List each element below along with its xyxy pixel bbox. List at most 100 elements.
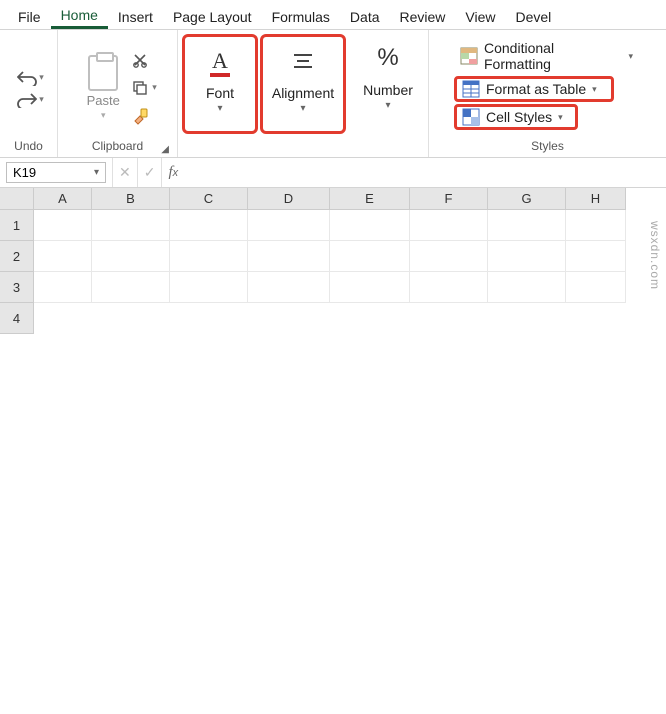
cell[interactable] — [34, 210, 92, 241]
formula-input[interactable] — [184, 163, 666, 182]
column-header[interactable]: C — [170, 188, 248, 210]
group-label-undo: Undo — [14, 137, 43, 155]
alignment-icon — [292, 45, 314, 77]
number-group-button[interactable]: % Number ▾ — [350, 34, 426, 134]
column-header[interactable]: G — [488, 188, 566, 210]
chevron-down-icon: ▾ — [39, 72, 44, 83]
row-header[interactable]: 4 — [0, 303, 34, 334]
row-headers: 1234 — [0, 188, 34, 334]
chevron-down-icon: ▾ — [300, 103, 305, 114]
cell[interactable] — [170, 241, 248, 272]
cell[interactable] — [488, 241, 566, 272]
cell[interactable] — [566, 210, 626, 241]
cell[interactable] — [248, 210, 330, 241]
row-header[interactable]: 1 — [0, 210, 34, 241]
paste-label: Paste — [87, 93, 120, 108]
format-painter-button[interactable] — [132, 104, 157, 128]
tab-home[interactable]: Home — [51, 2, 108, 29]
chevron-down-icon: ▾ — [558, 112, 563, 123]
conditional-formatting-icon — [460, 47, 478, 65]
cell[interactable] — [248, 272, 330, 303]
cell[interactable] — [34, 272, 92, 303]
number-label: Number — [363, 82, 413, 98]
group-label-clipboard: Clipboard — [92, 137, 143, 155]
tab-page-layout[interactable]: Page Layout — [163, 4, 262, 29]
tab-file[interactable]: File — [8, 4, 51, 29]
font-group-button[interactable]: A Font ▾ — [182, 34, 258, 134]
name-box[interactable]: K19 ▾ — [6, 162, 106, 183]
group-label-styles: Styles — [531, 137, 564, 155]
chevron-down-icon: ▾ — [39, 94, 44, 105]
cut-button[interactable] — [132, 48, 157, 72]
insert-function-button[interactable]: fx — [161, 158, 184, 187]
tab-devel[interactable]: Devel — [506, 4, 562, 29]
column-header[interactable]: A — [34, 188, 92, 210]
chevron-down-icon: ▾ — [628, 51, 633, 62]
spreadsheet-grid: 1234 ABCDEFGH — [0, 188, 666, 334]
cell[interactable] — [330, 272, 410, 303]
enter-formula-button[interactable]: ✓ — [137, 158, 162, 187]
percent-icon: % — [377, 42, 398, 74]
cell[interactable] — [488, 210, 566, 241]
cell[interactable] — [410, 241, 488, 272]
cell[interactable] — [92, 241, 170, 272]
cell[interactable] — [34, 241, 92, 272]
cell[interactable] — [330, 241, 410, 272]
paste-button[interactable]: Paste ▾ — [78, 51, 128, 121]
cell[interactable] — [92, 210, 170, 241]
table-icon — [462, 80, 480, 98]
ribbon: ▾ ▾ Undo Paste ▾ — [0, 30, 666, 158]
cell[interactable] — [92, 272, 170, 303]
column-header[interactable]: F — [410, 188, 488, 210]
chevron-down-icon: ▾ — [94, 167, 99, 178]
select-all-corner[interactable] — [0, 188, 34, 210]
tab-insert[interactable]: Insert — [108, 4, 163, 29]
format-as-table-button[interactable]: Format as Table ▾ — [454, 76, 614, 102]
tab-formulas[interactable]: Formulas — [262, 4, 340, 29]
cell[interactable] — [488, 272, 566, 303]
cell-styles-icon — [462, 108, 480, 126]
cell[interactable] — [170, 210, 248, 241]
grid-body[interactable] — [34, 210, 666, 303]
cell-styles-button[interactable]: Cell Styles ▾ — [454, 104, 578, 130]
alignment-group-button[interactable]: Alignment ▾ — [260, 34, 346, 134]
format-as-table-label: Format as Table — [486, 81, 586, 97]
redo-button[interactable]: ▾ — [17, 92, 44, 108]
cell[interactable] — [330, 210, 410, 241]
tab-view[interactable]: View — [455, 4, 505, 29]
fx-icon: fx — [168, 164, 178, 181]
copy-button[interactable]: ▾ — [132, 76, 157, 100]
column-header[interactable]: H — [566, 188, 626, 210]
column-header[interactable]: B — [92, 188, 170, 210]
chevron-down-icon: ▾ — [592, 84, 597, 95]
chevron-down-icon: ▾ — [217, 103, 222, 114]
name-box-value: K19 — [13, 165, 36, 180]
cell[interactable] — [566, 272, 626, 303]
undo-button[interactable]: ▾ — [17, 70, 44, 86]
cell-styles-label: Cell Styles — [486, 109, 552, 125]
cell[interactable] — [410, 272, 488, 303]
cell[interactable] — [170, 272, 248, 303]
column-headers: ABCDEFGH — [34, 188, 666, 210]
chevron-down-icon: ▾ — [385, 100, 390, 111]
conditional-formatting-button[interactable]: Conditional Formatting ▾ — [454, 38, 639, 74]
dialog-launcher-icon[interactable]: ◢ — [159, 144, 171, 155]
cell[interactable] — [566, 241, 626, 272]
ribbon-tabs: FileHomeInsertPage LayoutFormulasDataRev… — [0, 0, 666, 30]
row-header[interactable]: 2 — [0, 241, 34, 272]
row-header[interactable]: 3 — [0, 272, 34, 303]
tab-data[interactable]: Data — [340, 4, 390, 29]
tab-review[interactable]: Review — [390, 4, 456, 29]
conditional-formatting-label: Conditional Formatting — [484, 40, 622, 72]
chevron-down-icon: ▾ — [101, 110, 106, 121]
font-color-icon: A — [212, 45, 228, 77]
cell[interactable] — [248, 241, 330, 272]
cancel-formula-button[interactable]: ✕ — [112, 158, 137, 187]
clipboard-icon — [88, 55, 118, 91]
font-label: Font — [206, 85, 234, 101]
chevron-down-icon: ▾ — [152, 82, 157, 93]
column-header[interactable]: D — [248, 188, 330, 210]
column-header[interactable]: E — [330, 188, 410, 210]
cell[interactable] — [410, 210, 488, 241]
formula-bar: K19 ▾ ✕ ✓ fx — [0, 158, 666, 188]
